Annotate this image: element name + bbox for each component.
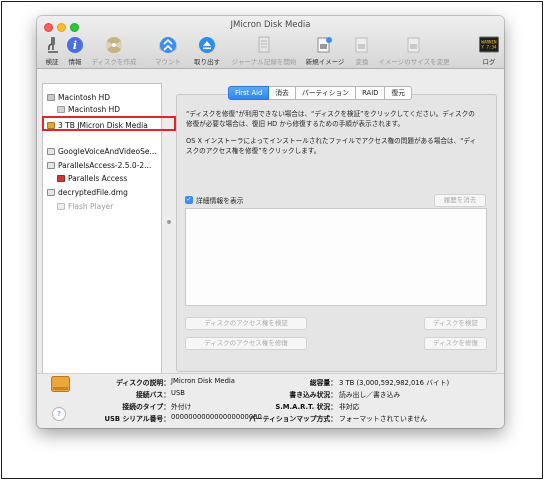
new-image-icon <box>317 37 332 53</box>
tab-restore[interactable]: 復元 <box>385 86 413 100</box>
connection-type-value: 外付け <box>171 403 192 411</box>
partition-map-value: フォーマットされていません <box>339 415 427 423</box>
toolbar: JMicron Disk Media 検証 i 情報 ディスクを作成 マウント … <box>37 16 504 69</box>
tab-first-aid[interactable]: First Aid <box>228 86 270 100</box>
eject-button[interactable]: 取り出す <box>190 36 224 66</box>
selection-highlight-box <box>42 116 176 131</box>
repair-disk-button[interactable]: ディスクを修復 <box>424 337 487 350</box>
description-label: ディスクの説明： <box>116 379 170 387</box>
help-button[interactable]: ? <box>52 407 66 421</box>
mount-arrows-button[interactable] <box>157 36 179 66</box>
tab-bar: First Aid 消去 パーティション RAID 復元 <box>228 86 413 100</box>
disk-image-icon <box>47 148 55 155</box>
bus-value: USB <box>171 389 185 397</box>
tab-raid[interactable]: RAID <box>356 86 386 100</box>
splitter-handle[interactable] <box>167 220 171 224</box>
window-title: JMicron Disk Media <box>230 20 311 30</box>
verify-button[interactable]: 検証 <box>41 36 63 66</box>
eject-icon <box>199 37 215 53</box>
convert-icon <box>355 37 368 53</box>
capacity-value: 3 TB (3,000,592,982,016 バイト) <box>339 379 450 387</box>
radiation-disc-icon <box>106 36 122 54</box>
first-aid-instructions-1: “ディスクを修復”が利用できない場合は、“ディスクを検証”をクリックしてください… <box>186 110 475 128</box>
disk-utility-window: JMicron Disk Media 検証 i 情報 ディスクを作成 マウント … <box>37 16 504 428</box>
capacity-label: 総容量： <box>309 379 337 387</box>
log-button[interactable]: WARNIN Y 7:34 ログ <box>477 36 501 66</box>
first-aid-log-area[interactable] <box>185 208 487 306</box>
disk-image-icon <box>47 162 55 169</box>
convert-button[interactable]: 変換 <box>349 36 375 66</box>
first-aid-instructions-2: OS X インストーラによってインストールされたファイルでアクセス権の問題がある… <box>186 137 477 155</box>
write-status-label: 書き込み状況： <box>289 391 337 399</box>
connection-type-label: 接続のタイプ： <box>122 403 170 411</box>
clear-history-button[interactable]: 履歴を消去 <box>434 194 486 207</box>
volume-icon <box>57 106 65 113</box>
tab-partition[interactable]: パーティション <box>295 86 357 100</box>
console-log-icon: WARNIN Y 7:34 <box>479 36 499 53</box>
new-image-button[interactable]: 新規イメージ <box>303 36 347 66</box>
resize-image-button[interactable]: イメージのサイズを変更 <box>377 36 451 66</box>
burn-button[interactable]: ディスクを作成 <box>89 36 139 66</box>
svg-text:Y 7:34: Y 7:34 <box>481 45 497 50</box>
external-drive-icon <box>51 376 70 392</box>
write-status-value: 読み出し／書き込み <box>339 391 401 399</box>
verify-permissions-button[interactable]: ディスクのアクセス権を検証 <box>185 317 307 330</box>
volume-icon <box>57 203 65 210</box>
info-button[interactable]: i 情報 <box>63 36 87 66</box>
svg-text:i: i <box>73 39 77 52</box>
description-value: JMicron Disk Media <box>171 377 235 385</box>
internal-drive-icon <box>47 94 55 101</box>
resize-image-icon <box>407 37 420 53</box>
enable-journaling-button[interactable]: ジャーナル記録を開始 <box>225 36 303 66</box>
mount-arrows-icon <box>160 37 176 53</box>
disk-image-icon <box>47 189 55 196</box>
info-icon: i <box>67 37 83 53</box>
repair-permissions-button[interactable]: ディスクのアクセス権を修復 <box>185 337 307 350</box>
usb-serial-label: USB シリアル番号： <box>104 415 170 423</box>
verify-disk-button[interactable]: ディスクを検証 <box>424 317 487 330</box>
microscope-icon <box>48 37 58 53</box>
smart-status-label: S.M.A.R.T. 状況： <box>275 403 337 411</box>
partition-map-label: パーティションマップ方式： <box>249 415 337 423</box>
smart-status-value: 非対応 <box>339 403 360 411</box>
tab-erase[interactable]: 消去 <box>269 86 296 100</box>
bus-label: 接続バス： <box>136 391 170 399</box>
show-details-checkbox[interactable]: ✓ <box>185 196 193 204</box>
show-details-label: 詳細情報を表示 <box>196 197 244 205</box>
parallels-volume-icon <box>57 175 65 182</box>
journal-icon <box>258 36 270 53</box>
